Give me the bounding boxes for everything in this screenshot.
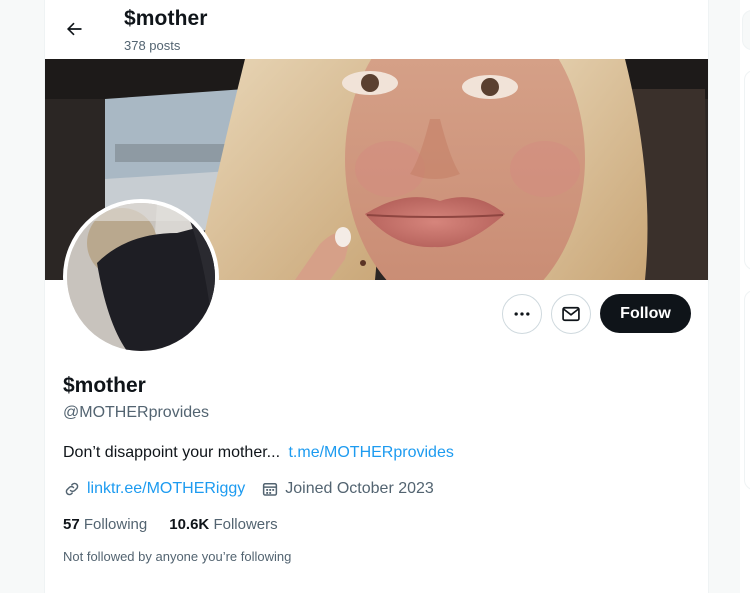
header-title: $mother (124, 7, 208, 30)
website-link[interactable]: linktr.ee/MOTHERiggy (87, 480, 245, 498)
bio: Don’t disappoint your mother... t.me/MOT… (63, 444, 454, 462)
followers-stat[interactable]: 10.6K Followers (169, 516, 277, 533)
bio-text: Don’t disappoint your mother... (63, 444, 281, 461)
profile-avatar[interactable] (63, 199, 219, 355)
arrow-left-icon (66, 22, 82, 36)
envelope-icon (562, 306, 580, 322)
header-post-count: 378 posts (124, 38, 181, 53)
profile-meta: linktr.ee/MOTHERiggy Joined October 2023 (63, 480, 434, 498)
more-dots-icon (514, 312, 530, 316)
followers-count: 10.6K (169, 516, 214, 533)
follow-stats: 57 Following 10.6K Followers (63, 516, 278, 533)
link-icon (65, 482, 79, 496)
website-item[interactable]: linktr.ee/MOTHERiggy (63, 480, 245, 498)
right-sidebar-search-edge (742, 10, 750, 50)
joined-item: Joined October 2023 (261, 480, 434, 498)
bio-link[interactable]: t.me/MOTHERprovides (288, 444, 453, 461)
joined-date: Joined October 2023 (285, 480, 434, 497)
display-name: $mother (63, 374, 146, 397)
right-sidebar-card-edge (744, 70, 750, 270)
message-button[interactable] (551, 294, 591, 334)
avatar-image (67, 203, 215, 351)
more-button[interactable] (502, 294, 542, 334)
right-sidebar-card-edge (744, 290, 750, 490)
followers-label: Followers (213, 516, 278, 533)
back-button[interactable] (56, 11, 92, 47)
following-count: 57 (63, 516, 84, 533)
following-label: Following (83, 516, 148, 533)
mutuals-note: Not followed by anyone you’re following (63, 549, 292, 564)
following-stat[interactable]: 57 Following (63, 516, 147, 533)
calendar-icon (263, 483, 278, 496)
user-handle: @MOTHERprovides (63, 404, 210, 421)
follow-button[interactable]: Follow (600, 294, 691, 333)
